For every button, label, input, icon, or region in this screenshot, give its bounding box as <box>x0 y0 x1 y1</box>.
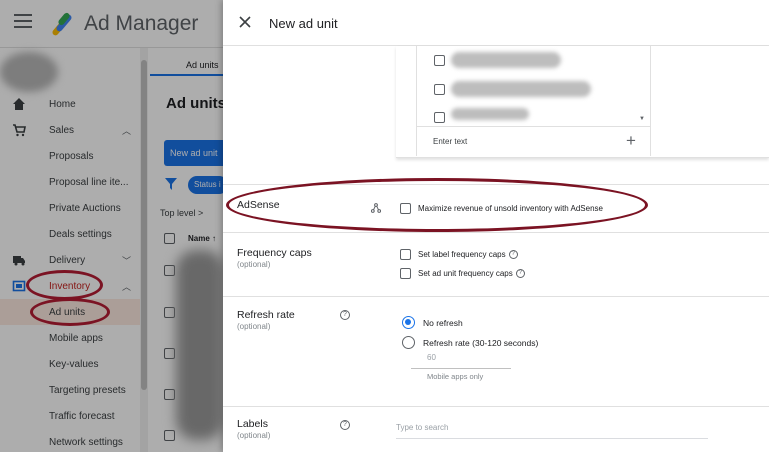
labels-title: Labels <box>237 418 268 430</box>
list-selector: ▼ Enter text + <box>396 46 769 158</box>
adsense-checkbox-label[interactable]: Maximize revenue of unsold inventory wit… <box>418 204 603 213</box>
blurred-list-item <box>451 108 529 120</box>
no-refresh-label[interactable]: No refresh <box>423 318 463 328</box>
modal-overlay[interactable] <box>0 0 223 452</box>
refresh-rate-radio[interactable] <box>402 336 415 349</box>
list-item-checkbox[interactable] <box>434 84 445 95</box>
list-input-row: Enter text + <box>417 126 650 156</box>
ad-unit-frequency-caps-label[interactable]: Set ad unit frequency caps? <box>418 269 525 279</box>
label-frequency-caps-text: Set label frequency caps <box>418 250 506 259</box>
label-frequency-caps-label[interactable]: Set label frequency caps? <box>418 250 518 260</box>
adsense-checkbox[interactable] <box>400 203 411 214</box>
refresh-rate-title: Refresh rate <box>237 309 295 321</box>
mobile-apps-only-note: Mobile apps only <box>427 372 484 381</box>
refresh-seconds-input[interactable]: 60 <box>411 351 511 369</box>
list-selector-inner: ▼ Enter text + <box>416 46 651 156</box>
adsense-title: AdSense <box>237 199 280 211</box>
list-text-input[interactable]: Enter text <box>433 137 467 146</box>
scroll-down-icon[interactable]: ▼ <box>639 116 645 122</box>
help-icon[interactable]: ? <box>340 310 350 320</box>
no-refresh-radio[interactable] <box>402 316 415 329</box>
adsense-section: AdSense Maximize revenue of unsold inven… <box>223 184 769 232</box>
panel-title: New ad unit <box>269 16 338 31</box>
label-frequency-caps-checkbox[interactable] <box>400 249 411 260</box>
frequency-caps-section: Frequency caps (optional) Set label freq… <box>223 232 769 296</box>
blurred-list-item <box>451 81 591 97</box>
new-ad-unit-panel: New ad unit ▼ Enter text + AdSense Maxim… <box>223 0 769 452</box>
close-icon[interactable] <box>238 15 252 29</box>
blurred-list-item <box>451 52 561 68</box>
help-icon[interactable]: ? <box>340 420 350 430</box>
help-icon[interactable]: ? <box>508 250 518 260</box>
ad-unit-frequency-caps-checkbox[interactable] <box>400 268 411 279</box>
labels-optional: (optional) <box>237 431 271 440</box>
list-item-checkbox[interactable] <box>434 112 445 123</box>
ad-unit-frequency-caps-text: Set ad unit frequency caps <box>418 269 513 278</box>
help-icon[interactable]: ? <box>515 269 525 279</box>
refresh-rate-optional: (optional) <box>237 322 271 331</box>
frequency-caps-optional: (optional) <box>237 260 271 269</box>
list-item-checkbox[interactable] <box>434 55 445 66</box>
plus-icon[interactable]: + <box>626 131 636 151</box>
panel-header: New ad unit <box>223 0 769 46</box>
hierarchy-icon <box>371 203 381 213</box>
frequency-caps-title: Frequency caps <box>237 247 312 259</box>
refresh-rate-label[interactable]: Refresh rate (30-120 seconds) <box>423 338 538 348</box>
labels-search-input[interactable]: Type to search <box>396 421 708 439</box>
